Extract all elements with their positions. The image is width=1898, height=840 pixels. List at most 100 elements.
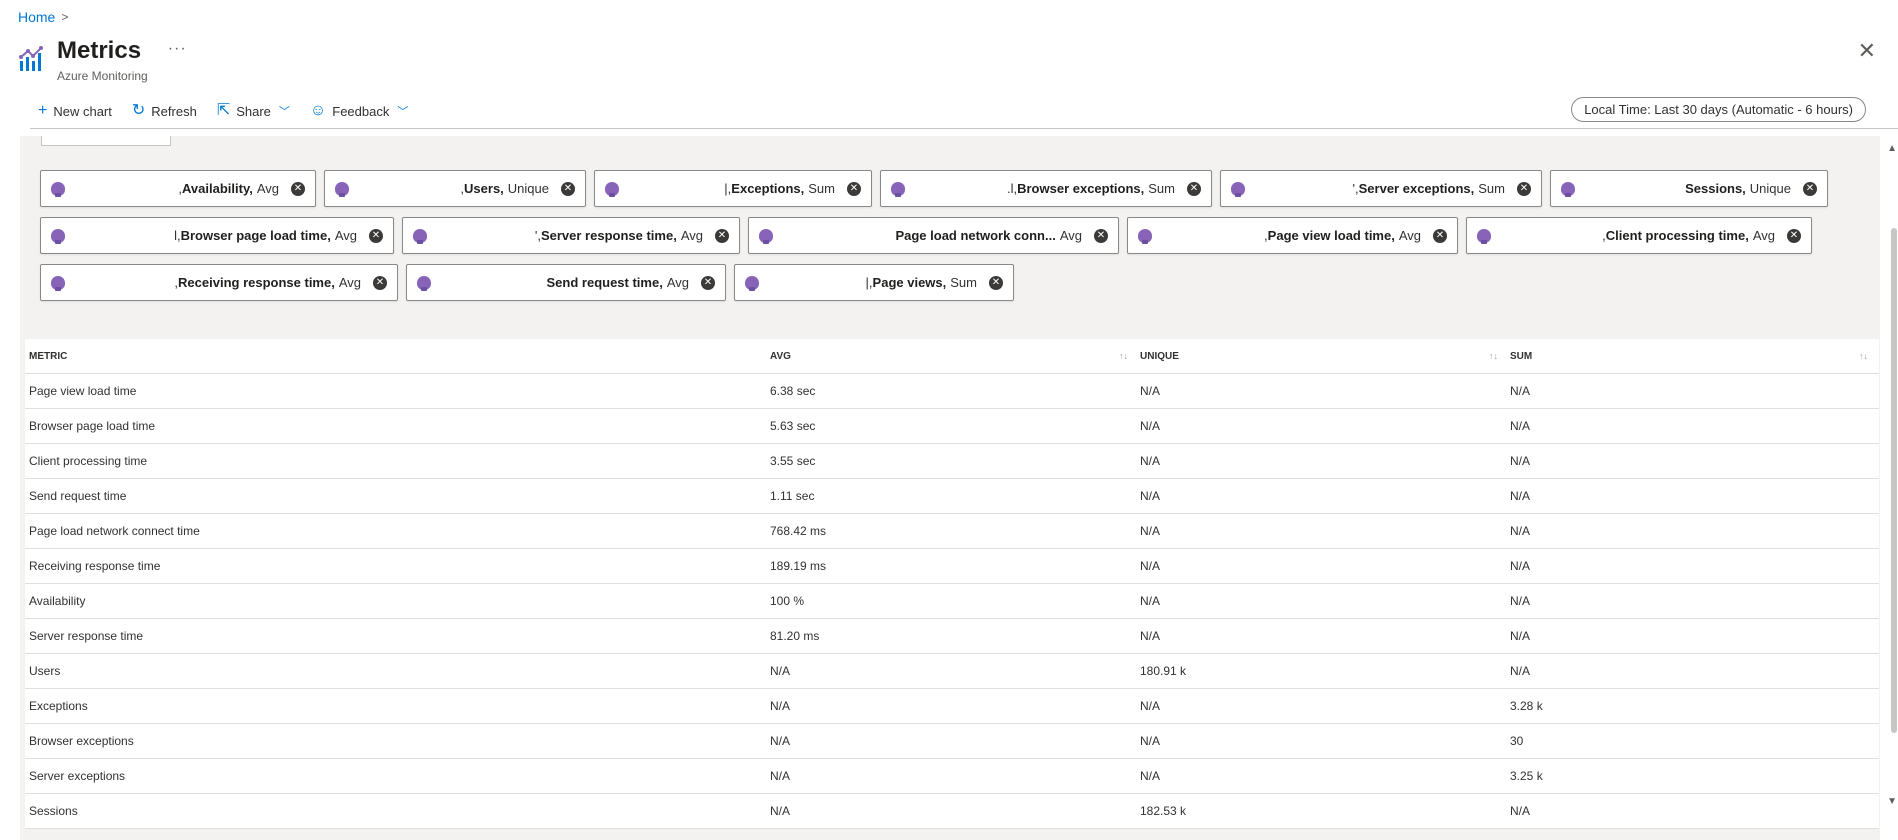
- cell-avg: 1.11 sec: [770, 489, 815, 503]
- column-header-avg[interactable]: AVG ↑↓: [766, 351, 1136, 362]
- scroll-up-icon[interactable]: ▲: [1887, 143, 1897, 154]
- cell-avg: 6.38 sec: [770, 384, 816, 398]
- chevron-down-icon: ﹀: [397, 106, 409, 118]
- pill-metric-name: Browser page load time,: [180, 228, 331, 243]
- pill-aggregation: Avg: [1059, 228, 1082, 243]
- share-icon: ⇱: [216, 102, 231, 119]
- remove-metric-icon[interactable]: ✕: [701, 275, 715, 290]
- metric-pill[interactable]: .l, Browser exceptions, Sum ✕: [880, 170, 1212, 207]
- metric-pill[interactable]: ', Server exceptions, Sum ✕: [1220, 170, 1542, 207]
- column-header-sum[interactable]: SUM ↑↓: [1506, 351, 1876, 362]
- metric-pill[interactable]: ', Server response time, Avg ✕: [402, 217, 740, 254]
- refresh-icon: ↻: [131, 102, 146, 119]
- remove-metric-icon[interactable]: ✕: [369, 228, 383, 243]
- metric-pill[interactable]: , Client processing time, Avg ✕: [1466, 217, 1812, 254]
- table-row[interactable]: Availability 100 % N/A N/A: [25, 584, 1879, 619]
- chart-title-field[interactable]: [41, 136, 171, 146]
- cell-unique: 180.91 k: [1140, 664, 1187, 678]
- remove-metric-icon[interactable]: ✕: [291, 181, 305, 196]
- column-header-sum-label: SUM: [1510, 350, 1533, 362]
- table-row[interactable]: Exceptions N/A N/A 3.28 k: [25, 689, 1879, 724]
- cell-metric: Server exceptions: [29, 769, 126, 783]
- breadcrumb-home-link[interactable]: Home: [18, 9, 55, 25]
- metric-pill[interactable]: , Users, Unique ✕: [324, 170, 586, 207]
- remove-metric-icon[interactable]: ✕: [561, 181, 575, 196]
- sort-icon[interactable]: ↑↓: [1119, 351, 1128, 361]
- column-header-unique[interactable]: UNIQUE ↑↓: [1136, 351, 1506, 362]
- vertical-scrollbar[interactable]: [1891, 228, 1897, 733]
- cell-avg: N/A: [770, 804, 791, 818]
- pill-aggregation: Avg: [666, 275, 689, 290]
- metric-pill[interactable]: , Page view load time, Avg ✕: [1127, 217, 1458, 254]
- cell-sum: N/A: [1510, 804, 1531, 818]
- close-icon[interactable]: ✕: [1858, 40, 1876, 62]
- share-button[interactable]: ⇱ Share ﹀: [217, 103, 290, 119]
- metric-bulb-icon: [759, 228, 773, 244]
- table-row[interactable]: Users N/A 180.91 k N/A: [25, 654, 1879, 689]
- more-options-icon[interactable]: ···: [168, 40, 187, 58]
- cell-sum: N/A: [1510, 664, 1531, 678]
- column-header-metric[interactable]: METRIC: [25, 351, 766, 362]
- remove-metric-icon[interactable]: ✕: [1803, 181, 1817, 196]
- feedback-button[interactable]: ☺ Feedback ﹀: [310, 103, 408, 119]
- remove-metric-icon[interactable]: ✕: [715, 228, 729, 243]
- metric-pill[interactable]: , Receiving response time, Avg ✕: [40, 264, 398, 301]
- page-header: Metrics Azure Monitoring ···: [18, 36, 187, 83]
- metric-pill[interactable]: |, Exceptions, Sum ✕: [594, 170, 872, 207]
- smiley-icon: ☺: [309, 102, 327, 119]
- table-row[interactable]: Server exceptions N/A N/A 3.25 k: [25, 759, 1879, 794]
- remove-metric-icon[interactable]: ✕: [989, 275, 1003, 290]
- scroll-down-icon[interactable]: ▼: [1887, 796, 1897, 807]
- metric-pill[interactable]: |, Page views, Sum ✕: [734, 264, 1014, 301]
- table-row[interactable]: Page load network connect time 768.42 ms N…: [25, 514, 1879, 549]
- sort-icon[interactable]: ↑↓: [1489, 351, 1498, 361]
- metric-pill[interactable]: Send request time, Avg ✕: [406, 264, 726, 301]
- remove-metric-icon[interactable]: ✕: [1094, 228, 1108, 243]
- pill-metric-name: Page view load time,: [1267, 228, 1395, 243]
- remove-metric-icon[interactable]: ✕: [1787, 228, 1801, 243]
- cell-sum: N/A: [1510, 629, 1531, 643]
- remove-metric-icon[interactable]: ✕: [847, 181, 861, 196]
- title-block: Metrics Azure Monitoring: [57, 36, 148, 83]
- cell-metric: Users: [29, 664, 61, 678]
- remove-metric-icon[interactable]: ✕: [1517, 181, 1531, 196]
- remove-metric-icon[interactable]: ✕: [373, 275, 387, 290]
- pill-aggregation: Avg: [1398, 228, 1421, 243]
- cell-metric: Exceptions: [29, 699, 88, 713]
- pill-aggregation: Avg: [334, 228, 357, 243]
- metric-pill[interactable]: Page load network conn... Avg ✕: [748, 217, 1119, 254]
- time-range-button[interactable]: Local Time: Last 30 days (Automatic - 6 …: [1571, 97, 1866, 122]
- table-row[interactable]: Receiving response time 189.19 ms N/A N/A: [25, 549, 1879, 584]
- cell-sum: N/A: [1510, 489, 1531, 503]
- pill-metric-name: Server exceptions,: [1358, 181, 1475, 196]
- remove-metric-icon[interactable]: ✕: [1187, 181, 1201, 196]
- remove-metric-icon[interactable]: ✕: [1433, 228, 1447, 243]
- refresh-button[interactable]: ↻ Refresh: [132, 103, 197, 119]
- table-row[interactable]: Client processing time 3.55 sec N/A N/A: [25, 444, 1879, 479]
- metric-bulb-icon: [1561, 181, 1575, 197]
- pill-aggregation: Sum: [1148, 181, 1175, 196]
- table-row[interactable]: Server response time 81.20 ms N/A N/A: [25, 619, 1879, 654]
- sort-icon[interactable]: ↑↓: [1859, 351, 1868, 361]
- pill-metric-name: Send request time,: [546, 275, 663, 290]
- pill-aggregation: Avg: [338, 275, 361, 290]
- metric-bulb-icon: [1231, 181, 1245, 197]
- metric-pill[interactable]: l, Browser page load time, Avg ✕: [40, 217, 394, 254]
- cell-metric: Sessions: [29, 804, 78, 818]
- toolbar-divider: [30, 128, 1898, 129]
- metrics-grid: METRIC AVG ↑↓ UNIQUE ↑↓ SUM ↑↓ Page view…: [25, 339, 1879, 829]
- table-row[interactable]: Send request time 1.11 sec N/A N/A: [25, 479, 1879, 514]
- table-row[interactable]: Sessions N/A 182.53 k N/A: [25, 794, 1879, 829]
- table-row[interactable]: Page view load time 6.38 sec N/A N/A: [25, 374, 1879, 409]
- table-row[interactable]: Browser page load time 5.63 sec N/A N/A: [25, 409, 1879, 444]
- metric-pill[interactable]: Sessions, Unique ✕: [1550, 170, 1828, 207]
- table-row[interactable]: Browser exceptions N/A N/A 30: [25, 724, 1879, 759]
- breadcrumb: Home >: [18, 9, 68, 25]
- column-header-unique-label: UNIQUE: [1140, 350, 1179, 362]
- page-subtitle: Azure Monitoring: [57, 69, 148, 83]
- pill-aggregation: Unique: [1749, 181, 1791, 196]
- pill-metric-name: Availability,: [182, 181, 253, 196]
- metric-pill[interactable]: , Availability, Avg ✕: [40, 170, 316, 207]
- new-chart-button[interactable]: + New chart: [38, 103, 112, 119]
- feedback-label: Feedback: [332, 103, 390, 119]
